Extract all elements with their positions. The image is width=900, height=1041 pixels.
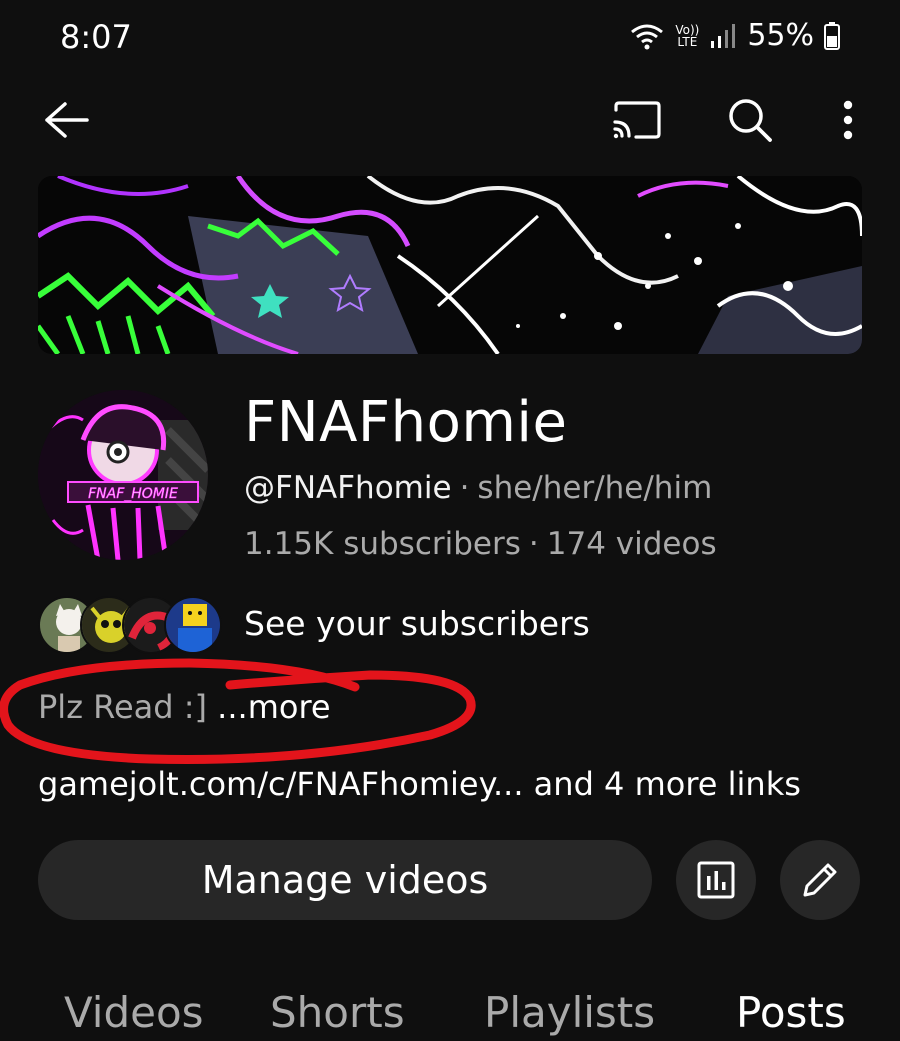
channel-pronouns: she/her/he/him xyxy=(477,470,713,506)
channel-avatar[interactable]: FNAF_HOMIE xyxy=(38,390,208,560)
more-vertical-icon xyxy=(843,100,853,140)
arrow-left-icon xyxy=(45,102,89,138)
subscriber-avatar xyxy=(164,596,222,654)
description-text: Plz Read :] xyxy=(38,688,207,726)
back-button[interactable] xyxy=(38,88,94,152)
edit-channel-button[interactable] xyxy=(780,840,860,920)
search-icon xyxy=(729,99,772,142)
volte-label: Vo)) xyxy=(675,22,700,37)
separator-dot: · xyxy=(528,526,539,562)
more-options-button[interactable] xyxy=(828,88,868,152)
channel-links[interactable]: gamejolt.com/c/FNAFhomiey... and 4 more … xyxy=(38,765,801,803)
battery-icon xyxy=(824,21,840,50)
app-bar xyxy=(0,88,900,152)
channel-handle: @FNAFhomie xyxy=(244,470,452,506)
battery-percent: 55% xyxy=(747,18,814,53)
avatar-artwork: FNAF_HOMIE xyxy=(38,390,208,560)
channel-tabs: Videos Shorts Playlists Posts xyxy=(0,988,900,1041)
tab-playlists[interactable]: Playlists xyxy=(484,988,655,1037)
channel-name: FNAFhomie xyxy=(244,390,568,455)
tab-posts[interactable]: Posts xyxy=(736,988,846,1037)
banner-artwork xyxy=(38,176,862,354)
subscriber-avatars xyxy=(38,596,222,654)
channel-description[interactable]: Plz Read :] ...more xyxy=(38,688,331,726)
analytics-button[interactable] xyxy=(676,840,756,920)
network-indicator: Vo)) LTE xyxy=(675,24,699,48)
channel-stats-row: 1.15K subscribers · 174 videos xyxy=(244,526,717,562)
separator-dot: · xyxy=(459,470,470,506)
video-count: 174 videos xyxy=(546,526,717,562)
description-more-link[interactable]: ...more xyxy=(217,688,330,726)
tab-shorts[interactable]: Shorts xyxy=(270,988,405,1037)
avatar-logo-text: FNAF_HOMIE xyxy=(88,486,178,502)
tab-videos[interactable]: Videos xyxy=(64,988,204,1037)
signal-icon xyxy=(711,23,736,48)
subscriber-count: 1.15K subscribers xyxy=(244,526,521,562)
status-time: 8:07 xyxy=(60,18,132,56)
cast-icon xyxy=(613,101,661,139)
manage-videos-button[interactable]: Manage videos xyxy=(38,840,652,920)
wifi-icon xyxy=(631,24,664,49)
pencil-icon xyxy=(803,863,837,897)
channel-handle-row: @FNAFhomie · she/her/he/him xyxy=(244,470,712,506)
analytics-icon xyxy=(697,861,735,899)
cast-button[interactable] xyxy=(606,88,666,152)
primary-link[interactable]: gamejolt.com/c/FNAFhomiey... xyxy=(38,765,524,803)
status-icons: Vo)) LTE 55% xyxy=(629,18,840,53)
channel-banner xyxy=(38,176,862,354)
see-subscribers-row[interactable]: See your subscribers xyxy=(38,596,590,654)
lte-label: LTE xyxy=(677,34,698,49)
see-subscribers-link[interactable]: See your subscribers xyxy=(244,604,590,643)
more-links-label[interactable]: and 4 more links xyxy=(534,765,801,803)
search-button[interactable] xyxy=(722,88,778,152)
